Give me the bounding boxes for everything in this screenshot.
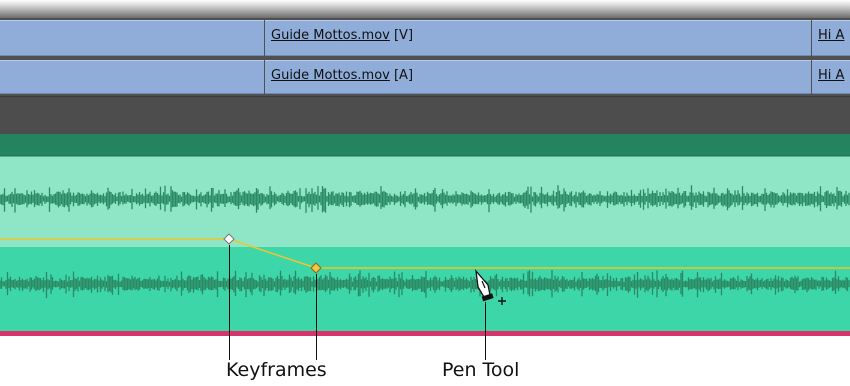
timeline-top-edge: [0, 0, 850, 18]
video-next-clip-label: Hi A: [818, 28, 844, 43]
audio-clip-name: Guide Mottos.mov: [271, 68, 390, 83]
audio-clip-header[interactable]: Guide Mottos.mov [A]: [265, 60, 811, 94]
keyframe-1-callout-line: [229, 245, 230, 360]
video-track: Guide Mottos.mov [V] Hi A: [0, 18, 850, 58]
video-clip-previous[interactable]: [0, 20, 264, 56]
audio-clip-suffix: [A]: [389, 68, 414, 83]
audio-clip-next[interactable]: Hi A: [812, 60, 850, 94]
video-clip-suffix: [V]: [389, 28, 414, 43]
audio-bottom-shadow: [0, 336, 850, 345]
video-clip-name: Guide Mottos.mov: [271, 28, 390, 43]
audio-waveform-canvas[interactable]: [0, 134, 850, 345]
video-clip[interactable]: Guide Mottos.mov [V]: [265, 20, 811, 56]
audio-next-clip-name: Hi A: [818, 68, 845, 83]
timeline: Guide Mottos.mov [V] Hi A Guide Mottos.m…: [0, 0, 850, 345]
pen-tool-callout-line: [485, 302, 486, 360]
audio-bottom-edge: [0, 331, 850, 336]
video-clip-next[interactable]: Hi A: [812, 20, 850, 56]
video-next-clip-name: Hi A: [818, 28, 845, 43]
keyframe-2-callout-line: [316, 274, 317, 360]
empty-track-gap: [0, 96, 850, 135]
audio-track-header: Guide Mottos.mov [A] Hi A: [0, 58, 850, 96]
audio-clip-label: Guide Mottos.mov [A]: [271, 68, 413, 83]
audio-waveform-clip[interactable]: [0, 134, 850, 345]
keyframes-callout-label: Keyframes: [226, 359, 327, 381]
video-clip-label: Guide Mottos.mov [V]: [271, 28, 413, 43]
audio-clip-previous[interactable]: [0, 60, 264, 94]
audio-clip-header-strip: [0, 134, 850, 156]
pen-tool-callout-label: Pen Tool: [442, 359, 520, 381]
audio-next-clip-label: Hi A: [818, 68, 844, 83]
